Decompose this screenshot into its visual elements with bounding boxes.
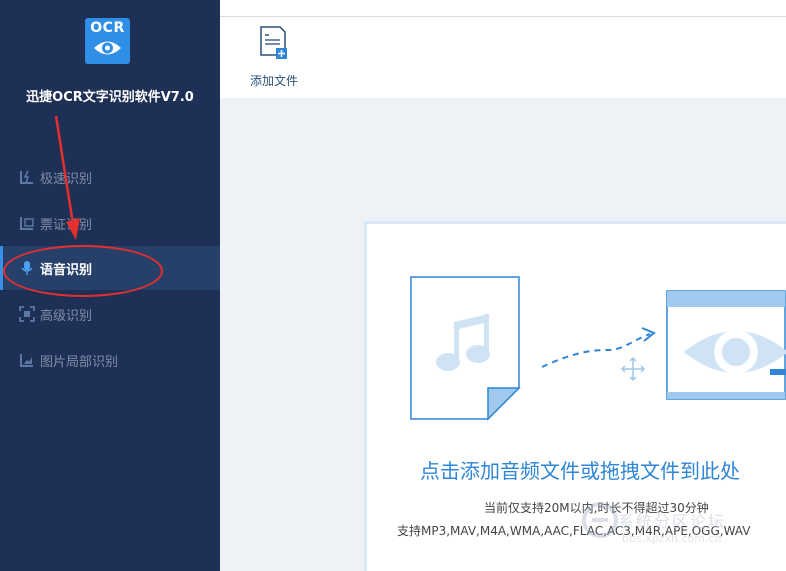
drop-zone-title: 点击添加音频文件或拖拽文件到此处 [420, 459, 740, 483]
ticket-recognition-icon [19, 215, 35, 231]
fast-recognition-icon [19, 169, 35, 185]
annotation-arrow [54, 115, 80, 240]
audio-file-icon [410, 276, 521, 421]
add-file-icon [260, 26, 287, 59]
logo-text: OCR [90, 20, 125, 36]
sidebar-item-partial-image-recognition[interactable]: 图片局部识别 [0, 338, 220, 382]
sidebar-item-fast-recognition[interactable]: 极速识别 [0, 155, 220, 199]
app-logo: OCR [85, 18, 130, 64]
add-file-label: 添加文件 [249, 74, 298, 88]
move-icon [620, 356, 646, 382]
sidebar-item-ticket-recognition[interactable]: 票证识别 [0, 201, 220, 245]
app-title: 迅捷OCR文字识别软件V7.0 [26, 90, 194, 105]
add-file-button[interactable]: 添加文件 [238, 24, 310, 92]
watermark-text: 系统分区论坛 [618, 512, 727, 531]
sidebar-item-label: 图片局部识别 [40, 354, 119, 370]
sidebar-item-advanced-recognition[interactable]: 高级识别 [0, 292, 220, 336]
eye-icon [94, 41, 121, 55]
watermark-subtext: bbs.xpzxh.com.cn [622, 532, 722, 545]
partial-image-icon [19, 352, 35, 368]
sidebar-item-label: 高级识别 [40, 308, 93, 324]
ocr-window-icon [666, 290, 786, 400]
watermark-logo-icon [582, 502, 618, 538]
toolbar-divider [220, 16, 786, 17]
advanced-recognition-icon [19, 306, 35, 322]
annotation-ellipse [3, 245, 163, 297]
